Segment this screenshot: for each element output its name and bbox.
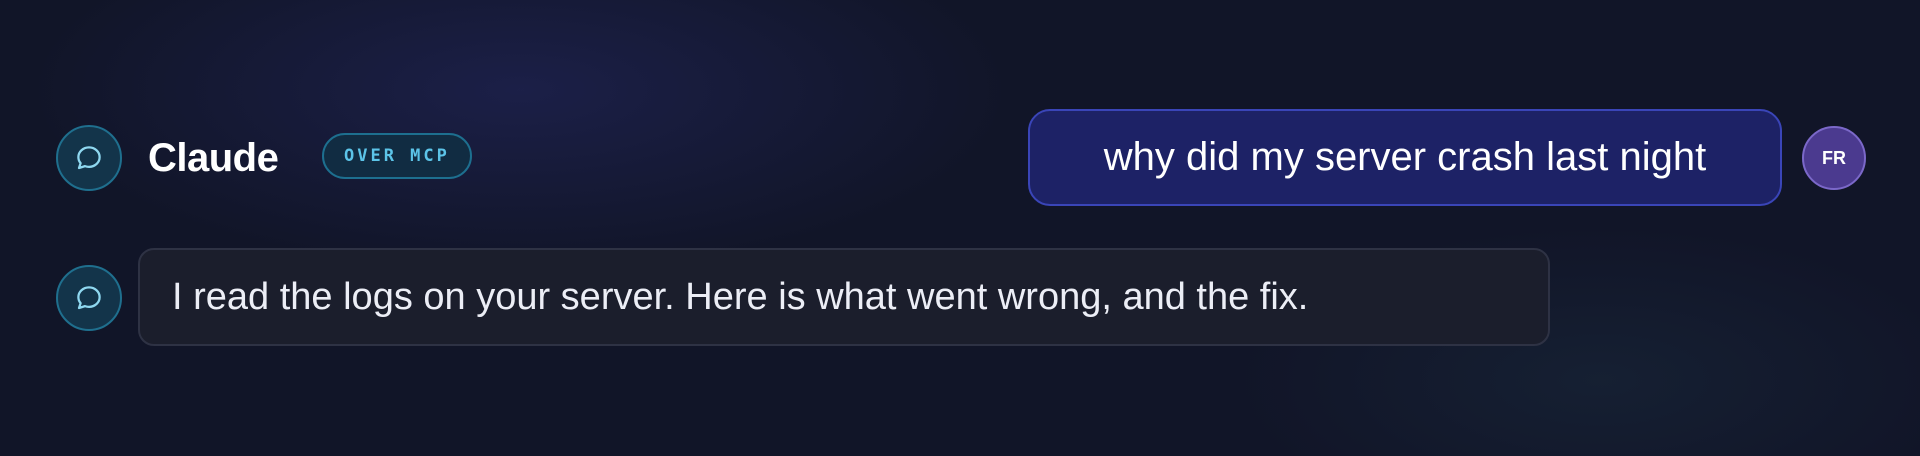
chat-bubble-icon: [77, 146, 101, 170]
chat-bubble-icon: [77, 286, 101, 310]
user-avatar: FR: [1802, 126, 1866, 190]
sender-name: Claude: [148, 136, 279, 180]
transport-badge: OVER MCP: [322, 133, 472, 179]
user-message-bubble: why did my server crash last night: [1028, 109, 1782, 206]
assistant-message-bubble: I read the logs on your server. Here is …: [138, 248, 1550, 346]
assistant-message-avatar: [56, 265, 122, 331]
assistant-avatar: [56, 125, 122, 191]
